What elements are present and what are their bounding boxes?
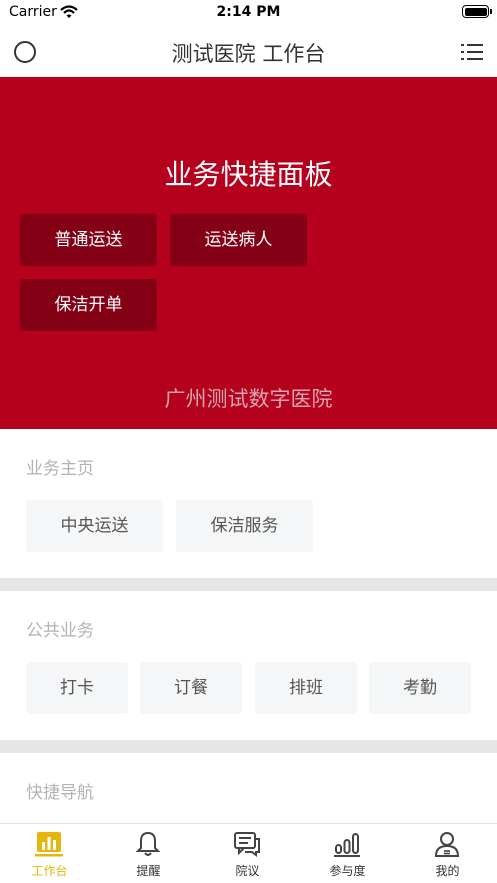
battery-icon — [462, 5, 492, 18]
cleaning-service-tile[interactable]: 保洁服务 — [176, 500, 313, 552]
quick-panel-banner: 业务快捷面板 普通运送 运送病人 保洁开单 广州测试数字医院 — [0, 77, 497, 429]
clock-in-tile[interactable]: 打卡 — [26, 662, 128, 714]
bar-chart-icon — [35, 832, 63, 857]
tab-mine[interactable]: 我的 — [398, 824, 497, 883]
chat-icon — [234, 832, 260, 857]
tab-bar: 工作台 提醒 院议 参与度 我的 — [0, 823, 497, 883]
hospital-name: 广州测试数字医院 — [164, 387, 333, 411]
tab-workbench[interactable]: 工作台 — [0, 824, 99, 883]
meal-order-tile[interactable]: 订餐 — [140, 662, 242, 714]
bell-icon — [135, 831, 161, 856]
banner-title: 业务快捷面板 — [164, 158, 333, 191]
section-title: 公共业务 — [26, 621, 94, 641]
cleaning-order-button[interactable]: 保洁开单 — [20, 279, 157, 331]
page-title: 测试医院 工作台 — [171, 42, 326, 66]
nav-bar: 测试医院 工作台 — [0, 26, 497, 76]
quick-nav-section: 快捷导航 — [0, 753, 497, 823]
central-transport-tile[interactable]: 中央运送 — [26, 500, 163, 552]
tab-label: 院议 — [235, 864, 260, 878]
tab-label: 提醒 — [136, 864, 161, 878]
tab-label: 参与度 — [329, 864, 366, 878]
user-icon — [434, 832, 460, 857]
tab-participation[interactable]: 参与度 — [298, 824, 397, 883]
list-icon[interactable] — [461, 41, 483, 63]
normal-transport-button[interactable]: 普通运送 — [20, 214, 157, 266]
tab-label: 我的 — [435, 864, 460, 878]
stats-icon — [334, 833, 360, 857]
tab-reminder[interactable]: 提醒 — [99, 824, 198, 883]
patient-transport-button[interactable]: 运送病人 — [170, 214, 307, 266]
attendance-tile[interactable]: 考勤 — [369, 662, 471, 714]
status-bar: Carrier 2:14 PM — [0, 0, 497, 26]
section-title: 业务主页 — [26, 459, 94, 479]
tab-label: 工作台 — [31, 864, 68, 878]
scheduling-tile[interactable]: 排班 — [255, 662, 357, 714]
divider — [0, 740, 497, 753]
tab-discussion[interactable]: 院议 — [198, 824, 297, 883]
public-business-section: 公共业务 打卡 订餐 排班 考勤 — [0, 591, 497, 740]
status-time: 2:14 PM — [216, 4, 281, 20]
divider — [0, 578, 497, 591]
section-title: 快捷导航 — [26, 783, 94, 803]
business-home-section: 业务主页 中央运送 保洁服务 — [0, 429, 497, 578]
